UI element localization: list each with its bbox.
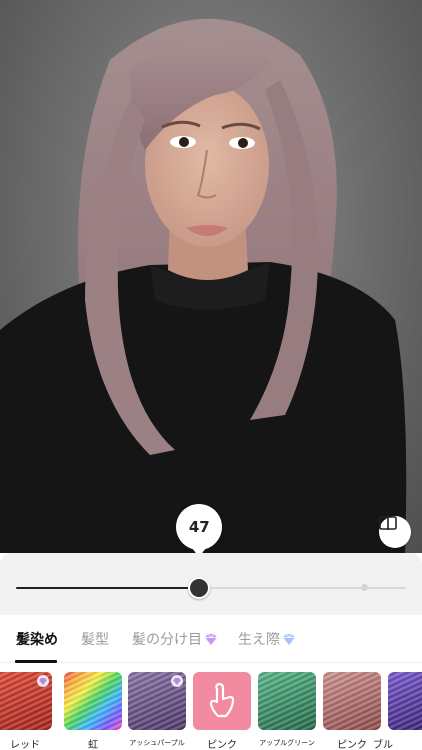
swatch-blue-partial[interactable] [388, 672, 422, 730]
tab-label: 髪型 [81, 632, 109, 648]
hair-color-swatches: レッド 虹 アッシュパープル ピンク アップルグリーン ピンク ブル [0, 663, 422, 750]
tab-hair-part[interactable]: 髪の分け目 [132, 629, 217, 649]
tab-hair-color[interactable]: 髪染め [16, 629, 58, 649]
intensity-slider-thumb[interactable] [188, 577, 211, 599]
swatch-label: ブル [373, 740, 393, 750]
category-tabs: 髪染め 髪型 髪の分け目 生え際 [0, 615, 422, 663]
tab-label: 生え際 [238, 632, 280, 648]
swatch-red[interactable] [0, 672, 52, 730]
hair-editor-screen: 47 髪染め 髪型 髪の分け目 生え際 レッド 虹 アッシュパープル ピンク ア… [0, 0, 422, 750]
swatch-pink-2[interactable] [323, 672, 381, 730]
portrait-image [0, 18, 407, 553]
premium-gem-icon [205, 633, 217, 645]
tab-label: 髪の分け目 [132, 632, 202, 648]
tab-hairstyle[interactable]: 髪型 [81, 629, 109, 649]
selected-check-icon [209, 682, 235, 718]
swatch-apple-green[interactable] [258, 672, 316, 730]
swatch-ash-purple[interactable] [128, 672, 186, 730]
photo-preview[interactable] [0, 0, 422, 553]
swatch-pink-selected[interactable] [193, 672, 251, 730]
compare-icon [379, 516, 397, 530]
premium-gem-icon [283, 633, 295, 645]
compare-button[interactable] [379, 516, 411, 548]
premium-badge-icon [37, 675, 49, 687]
tab-hairline[interactable]: 生え際 [238, 629, 295, 649]
intensity-slider-fill [16, 587, 200, 589]
tab-label: 髪染め [16, 632, 58, 648]
premium-badge-icon [171, 675, 183, 687]
intensity-slider-panel [0, 553, 422, 615]
intensity-slider-track[interactable] [16, 587, 406, 589]
intensity-value-bubble: 47 [176, 504, 223, 557]
slider-default-marker [361, 584, 368, 591]
swatch-rainbow[interactable] [64, 672, 122, 730]
